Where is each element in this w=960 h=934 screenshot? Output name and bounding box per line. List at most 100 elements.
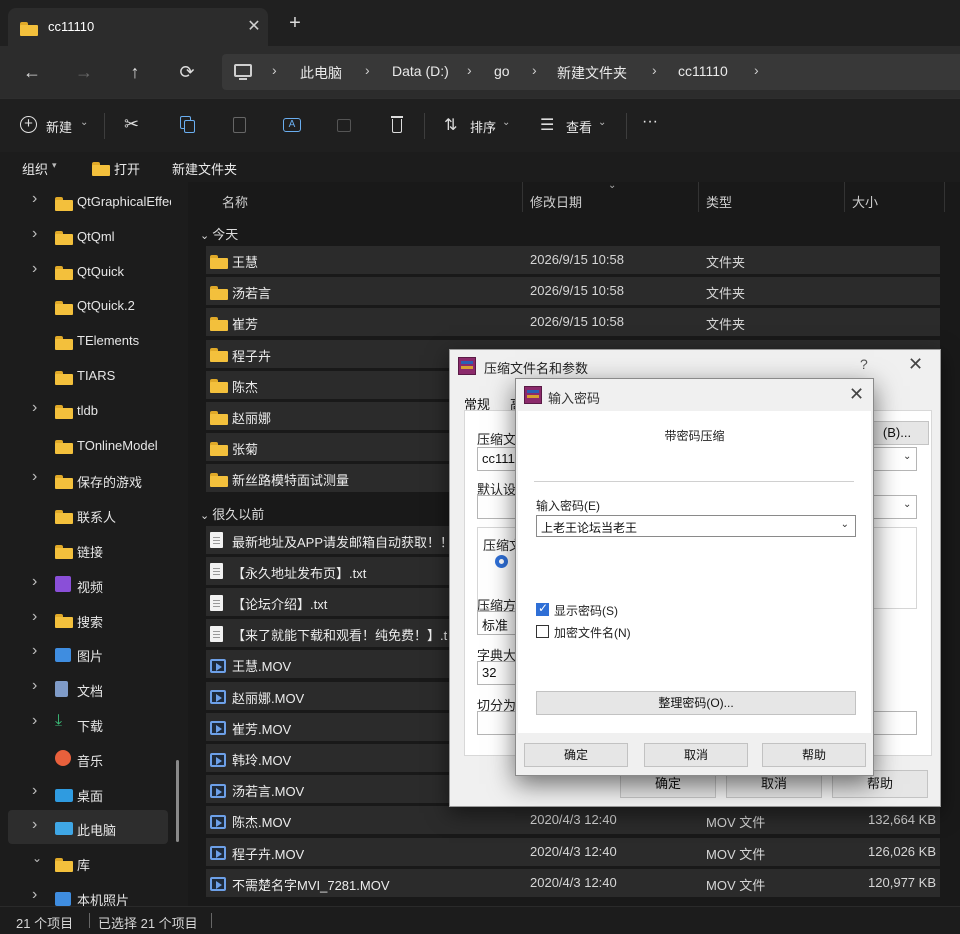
- sort-icon: ⇅: [444, 117, 458, 134]
- chevron-right-icon[interactable]: ›: [32, 712, 37, 730]
- chevron-right-icon[interactable]: ›: [32, 225, 37, 243]
- breadcrumb-expand-icon[interactable]: ›: [754, 62, 759, 78]
- chevron-down-icon[interactable]: ⌄: [32, 851, 42, 865]
- sidebar-item[interactable]: › QtGraphicalEffects: [0, 184, 188, 218]
- sidebar-item[interactable]: TIARS: [0, 358, 188, 392]
- folder-icon: [55, 335, 73, 350]
- chevron-right-icon[interactable]: ›: [32, 260, 37, 278]
- paste-icon[interactable]: [229, 114, 251, 136]
- sidebar-item[interactable]: › 搜索: [0, 602, 188, 636]
- open-button[interactable]: 打开: [114, 159, 140, 178]
- copy-icon[interactable]: [176, 114, 198, 136]
- sidebar-item[interactable]: 链接: [0, 532, 188, 566]
- chevron-down-icon[interactable]: ⌄: [903, 451, 911, 462]
- encrypt-filenames-label[interactable]: 加密文件名(N): [554, 624, 631, 641]
- sidebar-item[interactable]: 音乐: [0, 741, 188, 775]
- sidebar-item[interactable]: › 桌面: [0, 776, 188, 810]
- more-options-button[interactable]: ···: [642, 113, 658, 131]
- sidebar-item-label: 视频: [77, 579, 104, 595]
- new-button[interactable]: + 新建 ⌄: [12, 111, 92, 139]
- password-input[interactable]: 上老王论坛当老王 ⌄: [536, 515, 856, 537]
- enter-password-label: 输入密码(E): [536, 499, 600, 513]
- computer-stand-icon: [239, 78, 247, 80]
- table-row[interactable]: 程子卉.MOV 2020/4/3 12:40 MOV 文件 126,026 KB: [206, 837, 940, 866]
- new-tab-button[interactable]: +: [284, 13, 306, 36]
- close-button[interactable]: ✕: [849, 384, 864, 405]
- table-row[interactable]: 王慧 2026/9/15 10:58 文件夹: [206, 246, 940, 274]
- chevron-right-icon[interactable]: ›: [32, 782, 37, 800]
- sidebar-item[interactable]: › 图片: [0, 636, 188, 670]
- show-password-checkbox[interactable]: [536, 601, 549, 616]
- chevron-right-icon[interactable]: ›: [32, 816, 37, 834]
- view-button[interactable]: ☰ 查看 ⌄: [532, 111, 612, 139]
- close-button[interactable]: ✕: [908, 354, 923, 375]
- breadcrumb-new-folder[interactable]: 新建文件夹: [557, 63, 627, 83]
- sidebar-item[interactable]: › 此电脑: [8, 810, 168, 845]
- sidebar-item[interactable]: QtQuick.2: [0, 288, 188, 322]
- share-icon[interactable]: [334, 114, 356, 136]
- browse-button[interactable]: (B)...: [865, 421, 929, 445]
- close-tab-button[interactable]: ✕: [246, 16, 262, 36]
- encrypt-filenames-checkbox[interactable]: [536, 625, 549, 638]
- cut-icon[interactable]: ✂: [124, 114, 146, 136]
- help-button[interactable]: 帮助: [762, 743, 866, 767]
- divider: [211, 913, 212, 928]
- file-size: 120,977 KB: [868, 874, 936, 890]
- breadcrumb-this-pc[interactable]: 此电脑: [300, 63, 342, 83]
- new-folder-button[interactable]: 新建文件夹: [172, 159, 237, 178]
- chevron-right-icon[interactable]: ›: [32, 642, 37, 660]
- tab-cc11110[interactable]: cc11110 ✕: [8, 8, 268, 46]
- folder-icon: [55, 405, 73, 420]
- show-password-label[interactable]: 显示密码(S): [554, 602, 618, 619]
- chevron-down-icon[interactable]: ⌄: [841, 519, 849, 530]
- sidebar-item[interactable]: › tldb: [0, 393, 188, 427]
- sidebar-item[interactable]: TElements: [0, 323, 188, 357]
- chevron-right-icon[interactable]: ›: [32, 677, 37, 695]
- sidebar-item[interactable]: TOnlineModel: [0, 428, 188, 462]
- chevron-right-icon[interactable]: ›: [32, 399, 37, 417]
- sidebar-item[interactable]: › QtQml: [0, 219, 188, 253]
- table-row[interactable]: 崔芳 2026/9/15 10:58 文件夹: [206, 308, 940, 337]
- chevron-right-icon[interactable]: ›: [32, 573, 37, 591]
- help-icon[interactable]: ?: [860, 356, 868, 372]
- sidebar-item[interactable]: › 保存的游戏: [0, 462, 188, 496]
- chevron-right-icon[interactable]: ›: [32, 468, 37, 486]
- format-radio[interactable]: [495, 555, 508, 568]
- sidebar-item[interactable]: 联系人: [0, 497, 188, 531]
- refresh-button[interactable]: ⟳: [173, 58, 201, 86]
- folder-icon: [210, 472, 228, 487]
- rename-icon[interactable]: A: [281, 114, 303, 136]
- sidebar-item[interactable]: › 文档: [0, 671, 188, 705]
- up-button[interactable]: ↑: [121, 58, 149, 86]
- breadcrumb-go[interactable]: go: [494, 63, 510, 79]
- table-row[interactable]: 汤若言 2026/9/15 10:58 文件夹: [206, 277, 940, 306]
- chevron-down-icon: ⌄: [200, 509, 213, 522]
- organize-passwords-button[interactable]: 整理密码(O)...: [536, 691, 856, 715]
- folder-icon: [55, 614, 73, 629]
- chevron-right-icon[interactable]: ›: [32, 886, 37, 904]
- back-button[interactable]: ←: [18, 58, 46, 86]
- delete-icon[interactable]: [386, 114, 408, 136]
- chevron-down-icon[interactable]: ⌄: [903, 499, 911, 510]
- cancel-button[interactable]: 取消: [644, 743, 748, 767]
- sidebar-item[interactable]: › ⤓ 下载: [0, 706, 188, 740]
- this-pc-icon: [55, 822, 73, 836]
- chevron-right-icon[interactable]: ›: [32, 190, 37, 208]
- organize-menu[interactable]: 组织: [22, 159, 48, 178]
- chevron-right-icon[interactable]: ›: [32, 608, 37, 626]
- sidebar-item[interactable]: ⌄ 库: [0, 845, 188, 879]
- breadcrumb-data-d[interactable]: Data (D:): [392, 63, 449, 79]
- table-row[interactable]: 陈杰.MOV 2020/4/3 12:40 MOV 文件 132,664 KB: [206, 806, 940, 835]
- sidebar-item[interactable]: › QtQuick: [0, 254, 188, 288]
- address-bar[interactable]: › 此电脑 › Data (D:) › go › 新建文件夹 › cc11110…: [222, 54, 960, 90]
- breadcrumb-cc11110[interactable]: cc11110: [678, 63, 728, 79]
- sidebar-item[interactable]: › 视频: [0, 567, 188, 601]
- sidebar-scrollbar[interactable]: [176, 760, 179, 842]
- group-header[interactable]: ⌄ 今天: [200, 224, 238, 243]
- table-row[interactable]: 不需楚名字MVI_7281.MOV 2020/4/3 12:40 MOV 文件 120…: [206, 868, 940, 897]
- documents-icon: [55, 680, 68, 697]
- group-header[interactable]: ⌄ 很久以前: [200, 504, 264, 523]
- forward-button[interactable]: →: [70, 58, 98, 86]
- ok-button[interactable]: 确定: [524, 743, 628, 767]
- sort-button[interactable]: ⇅ 排序 ⌄: [436, 111, 516, 139]
